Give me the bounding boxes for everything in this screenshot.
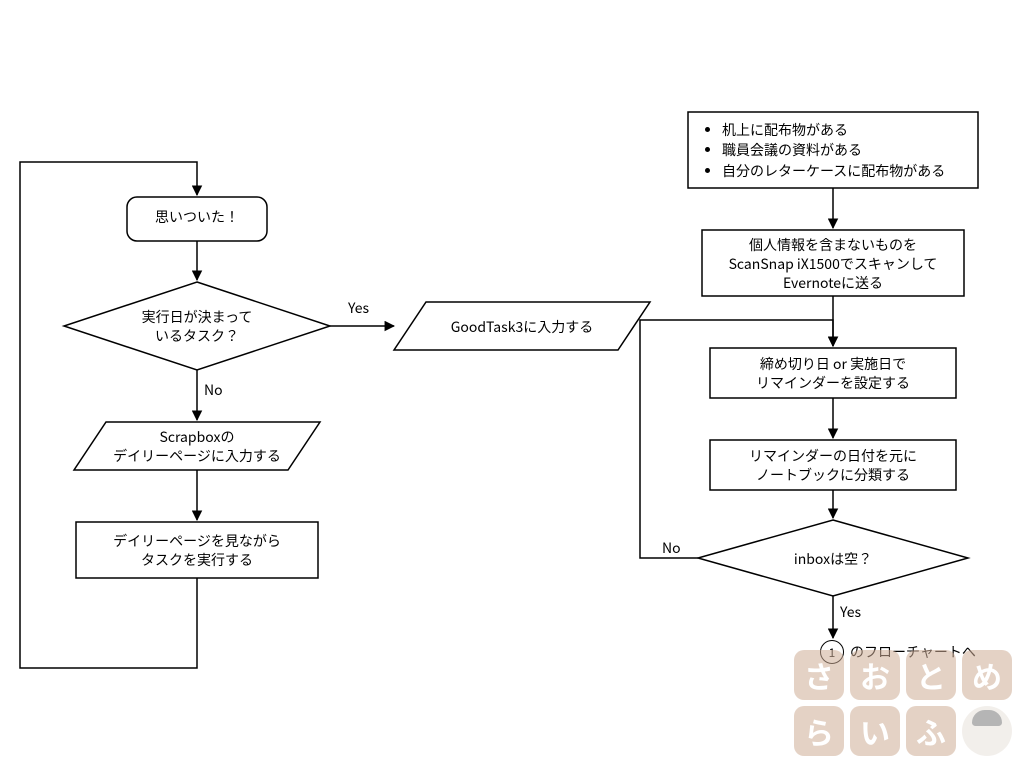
source-item-0: 机上に配布物がある bbox=[722, 120, 966, 140]
node-set-reminder bbox=[710, 348, 956, 398]
wm-cell: と bbox=[906, 650, 956, 700]
watermark: さ お と め ら い ふ bbox=[794, 650, 1012, 756]
wm-cell: ふ bbox=[906, 706, 956, 756]
label-sources: 机上に配布物がある 職員会議の資料がある 自分のレターケースに配布物がある bbox=[700, 120, 966, 181]
node-classify bbox=[710, 440, 956, 490]
wm-cell: お bbox=[850, 650, 900, 700]
node-execute bbox=[76, 522, 318, 578]
node-scan bbox=[702, 230, 964, 296]
node-goodtask3 bbox=[394, 302, 650, 350]
node-decision-exec-date bbox=[64, 282, 330, 370]
wm-cell: め bbox=[962, 650, 1012, 700]
node-start bbox=[127, 197, 267, 241]
node-inbox-empty bbox=[698, 520, 968, 596]
node-scrapbox bbox=[74, 422, 320, 470]
source-item-1: 職員会議の資料がある bbox=[722, 140, 966, 160]
wm-face-icon bbox=[962, 706, 1012, 756]
wm-cell: い bbox=[850, 706, 900, 756]
wm-cell: ら bbox=[794, 706, 844, 756]
wm-cell: さ bbox=[794, 650, 844, 700]
source-item-2: 自分のレターケースに配布物がある bbox=[722, 161, 966, 181]
